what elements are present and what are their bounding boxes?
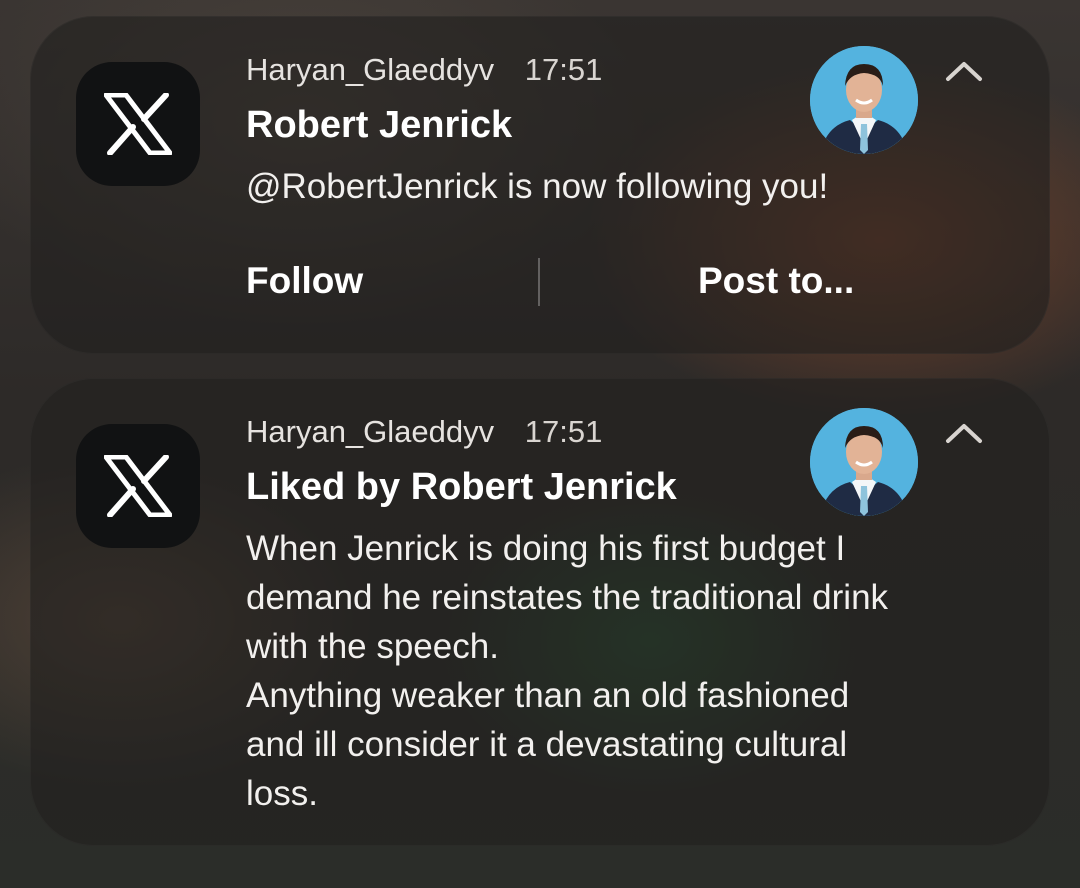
notification-title: Robert Jenrick (246, 104, 513, 146)
body-line: with the speech. (246, 627, 499, 666)
timestamp: 17:51 (524, 52, 603, 87)
notification-header: Haryan_Glaeddyv 17:51 (246, 52, 602, 88)
notification-body: @RobertJenrick is now following you! (246, 167, 829, 206)
notification-actions: Follow Post to... (30, 246, 1050, 326)
body-line: and ill consider it a devastating cultur… (246, 725, 848, 764)
post-to-button[interactable]: Post to... (698, 260, 854, 302)
account-name: Haryan_Glaeddyv (246, 414, 495, 449)
action-divider (538, 258, 540, 306)
body-line: When Jenrick is doing his first budget I (246, 529, 846, 568)
timestamp: 17:51 (524, 414, 603, 449)
avatar (810, 408, 918, 516)
x-logo-glyph (104, 93, 172, 155)
x-logo-icon (76, 62, 200, 186)
x-logo-icon (76, 424, 200, 548)
chevron-up-icon[interactable] (942, 56, 986, 86)
body-line: loss. (246, 774, 318, 813)
account-name: Haryan_Glaeddyv (246, 52, 495, 87)
x-logo-glyph (104, 455, 172, 517)
notification-body: When Jenrick is doing his first budget I… (246, 524, 1006, 818)
notification-title: Liked by Robert Jenrick (246, 466, 677, 508)
body-line: demand he reinstates the traditional dri… (246, 578, 889, 617)
follow-button[interactable]: Follow (246, 260, 363, 302)
notification-card-follow[interactable]: Haryan_Glaeddyv 17:51 Robert Jenrick @Ro… (30, 16, 1050, 354)
notification-header: Haryan_Glaeddyv 17:51 (246, 414, 602, 450)
notification-card-like[interactable]: Haryan_Glaeddyv 17:51 Liked by Robert Je… (30, 378, 1050, 846)
chevron-up-icon[interactable] (942, 418, 986, 448)
avatar (810, 46, 918, 154)
body-line: Anything weaker than an old fashioned (246, 676, 850, 715)
